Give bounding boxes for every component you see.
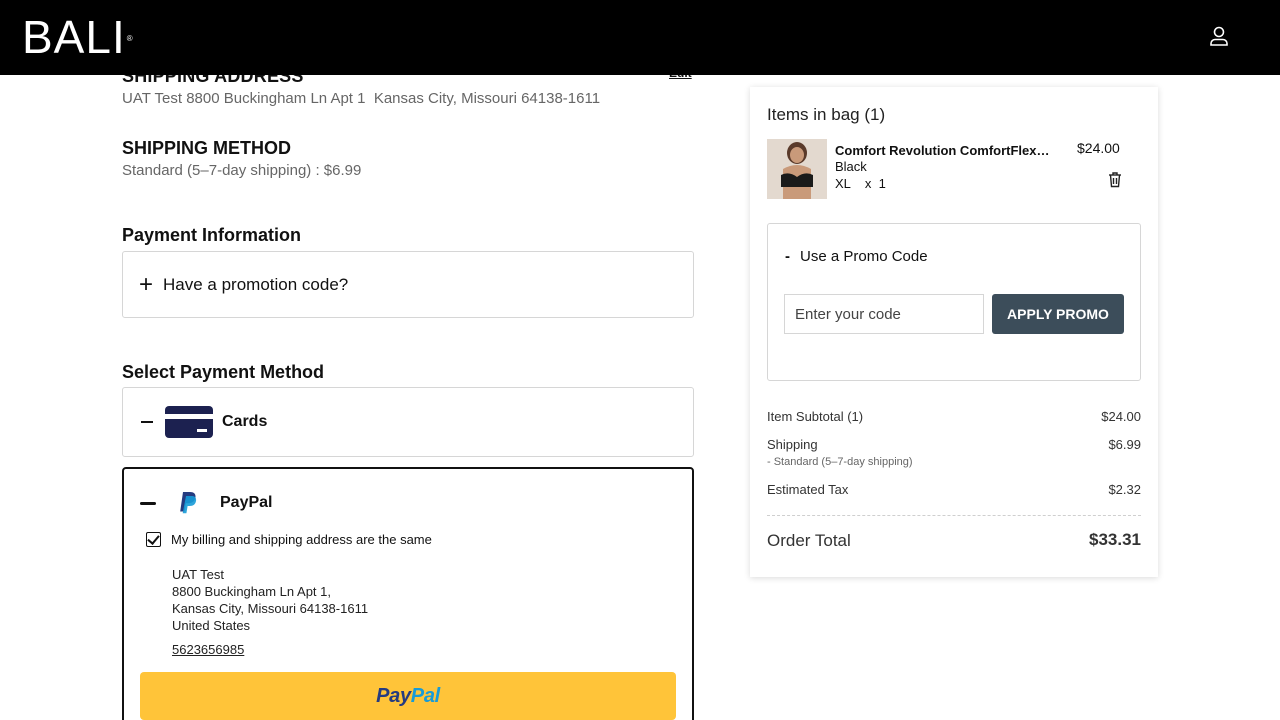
promo-code-input[interactable] [784, 294, 984, 334]
promotion-code-toggle[interactable]: + Have a promotion code? [122, 251, 694, 318]
billing-address-line: UAT Test [172, 567, 225, 582]
minus-icon [141, 421, 153, 423]
bali-logo[interactable]: BALI® [22, 14, 134, 60]
billing-phone-link[interactable]: 5623656985 [172, 642, 244, 657]
payment-information-title: Payment Information [122, 225, 302, 245]
order-total-amount: $33.31 [1089, 530, 1141, 549]
summary-divider [767, 515, 1141, 516]
shipping-method-title: SHIPPING METHOD [122, 138, 292, 158]
paypal-label: PayPal [220, 494, 273, 511]
order-summary-panel: Items in bag (1) Comfort Revolution Comf… [750, 87, 1158, 577]
paypal-checkout-button[interactable]: PayPal [140, 672, 676, 720]
product-image[interactable] [767, 139, 827, 199]
product-size-quantity: XL x 1 [835, 176, 886, 191]
paypal-logo-icon [178, 491, 198, 515]
billing-address-line: 8800 Buckingham Ln Apt 1, [172, 584, 332, 599]
shipping-method-subtext: - Standard (5–7-day shipping) [767, 456, 913, 468]
same-address-checkbox[interactable] [146, 532, 161, 547]
billing-address-line: Kansas City, Missouri 64138-1611 [172, 601, 369, 616]
estimated-tax-label: Estimated Tax [767, 482, 849, 497]
item-subtotal-label: Item Subtotal (1) [767, 409, 864, 424]
minus-icon: - [785, 248, 790, 265]
site-header: BALI® [0, 0, 1280, 75]
select-payment-method-title: Select Payment Method [122, 362, 325, 382]
shipping-method-text: Standard (5–7-day shipping) : $6.99 [122, 162, 362, 179]
paypal-button-logo: PayPal [376, 684, 440, 707]
promo-code-toggle-label: Use a Promo Code [800, 248, 928, 265]
account-icon[interactable] [1206, 23, 1232, 49]
billing-address: UAT Test 8800 Buckingham Ln Apt 1, Kansa… [172, 566, 368, 634]
shipping-row: Shipping $6.99 [767, 437, 1141, 452]
cards-payment-option[interactable]: Cards [122, 387, 694, 457]
promotion-code-label: Have a promotion code? [163, 274, 349, 294]
paypal-payment-option: PayPal My billing and shipping address a… [122, 467, 694, 720]
cards-label: Cards [222, 413, 268, 430]
same-address-row: My billing and shipping address are the … [146, 532, 432, 547]
shipping-amount: $6.99 [1108, 437, 1141, 452]
trash-icon[interactable] [1107, 171, 1123, 188]
items-in-bag-title: Items in bag (1) [767, 105, 886, 124]
item-subtotal-row: Item Subtotal (1) $24.00 [767, 409, 1141, 424]
promo-code-toggle[interactable]: - Use a Promo Code [785, 248, 928, 265]
product-color: Black [835, 159, 867, 174]
promo-code-box: - Use a Promo Code APPLY PROMO [767, 223, 1141, 381]
billing-address-line: United States [172, 618, 251, 633]
plus-icon: + [139, 270, 154, 298]
product-name[interactable]: Comfort Revolution ComfortFlex Fit Wirel… [835, 143, 1050, 158]
estimated-tax-row: Estimated Tax $2.32 [767, 482, 1141, 497]
paypal-option-header[interactable]: PayPal [140, 491, 272, 515]
same-address-label: My billing and shipping address are the … [171, 532, 432, 547]
checkout-page: BALI® SHIPPING ADDRESS Edit UAT Test 880… [0, 0, 1280, 720]
credit-card-icon [165, 406, 213, 438]
shipping-label: Shipping [767, 437, 818, 452]
minus-icon [140, 501, 156, 505]
item-subtotal-amount: $24.00 [1101, 409, 1141, 424]
shipping-address-text: UAT Test 8800 Buckingham Ln Apt 1 Kansas… [122, 90, 601, 107]
estimated-tax-amount: $2.32 [1108, 482, 1141, 497]
product-price: $24.00 [1077, 140, 1120, 156]
order-total-label: Order Total [767, 531, 851, 550]
apply-promo-button[interactable]: APPLY PROMO [992, 294, 1124, 334]
